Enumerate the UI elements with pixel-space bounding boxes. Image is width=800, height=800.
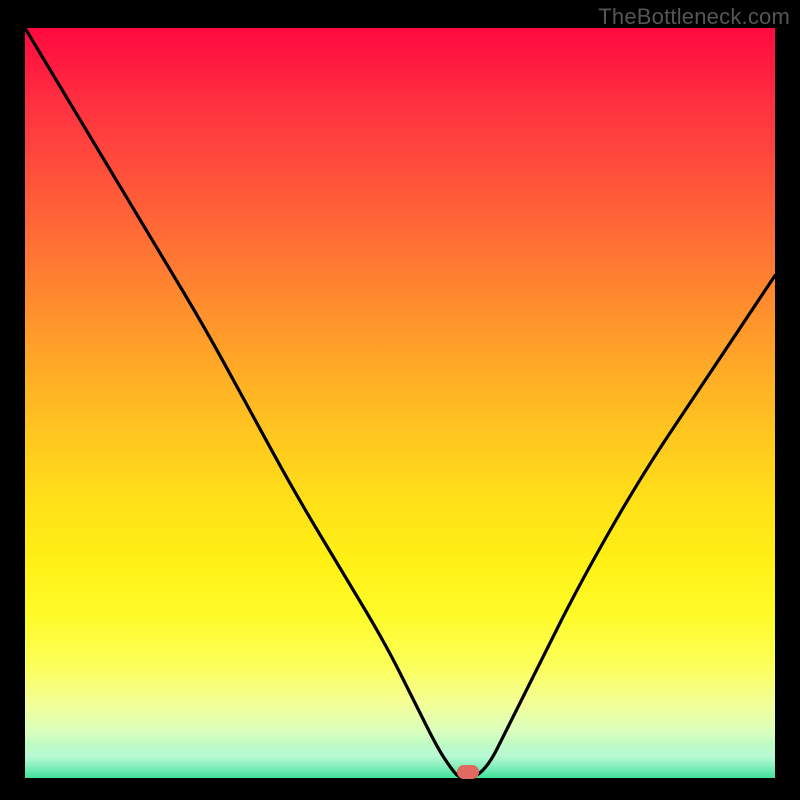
chart-stage: TheBottleneck.com	[0, 0, 800, 800]
curve-svg	[25, 28, 775, 778]
bottleneck-curve	[25, 28, 775, 778]
optimal-point-marker	[457, 765, 479, 779]
watermark-text: TheBottleneck.com	[598, 4, 790, 30]
plot-area	[25, 28, 775, 778]
